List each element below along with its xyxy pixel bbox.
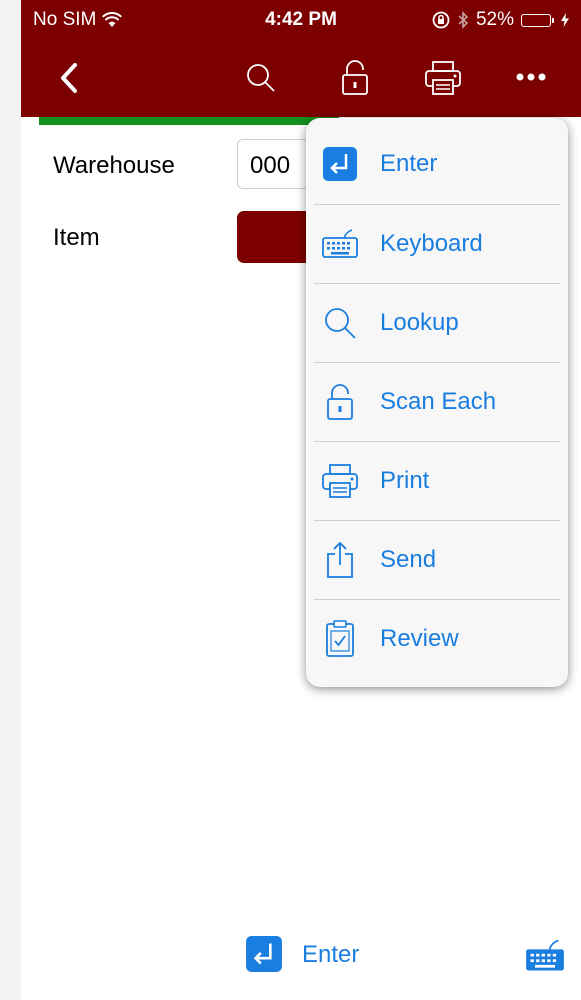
bluetooth-icon — [458, 11, 469, 29]
status-indicator-bar — [39, 117, 339, 125]
battery-percent: 52% — [475, 9, 514, 30]
menu-item-keyboard[interactable]: Keyboard — [306, 204, 568, 283]
search-icon[interactable] — [241, 58, 281, 98]
bottom-enter-label: Enter — [302, 941, 360, 968]
clipboard-check-icon — [320, 619, 360, 659]
menu-item-label: Lookup — [380, 308, 459, 336]
menu-item-send[interactable]: Send — [306, 520, 568, 599]
menu-item-label: Review — [380, 624, 459, 652]
item-label: Item — [53, 224, 100, 251]
keyboard-icon — [526, 939, 564, 971]
menu-item-enter[interactable]: Enter — [306, 124, 568, 203]
search-icon — [320, 303, 360, 343]
nav-bar — [21, 40, 581, 117]
menu-item-label: Keyboard — [380, 229, 483, 257]
status-bar: No SIM 4:42 PM 52% — [21, 0, 581, 40]
battery-icon — [521, 13, 554, 27]
keyboard-icon — [320, 224, 360, 264]
menu-item-label: Scan Each — [380, 387, 497, 415]
menu-item-label: Print — [380, 466, 430, 494]
bottom-keyboard-button[interactable] — [525, 938, 565, 974]
share-icon — [320, 540, 360, 580]
menu-item-label: Enter — [380, 149, 438, 177]
menu-item-scan-each[interactable]: Scan Each — [306, 362, 568, 441]
actions-menu: Enter Keyboard Lookup Scan Each Print Se… — [306, 118, 568, 687]
printer-icon[interactable] — [421, 56, 465, 100]
enter-icon — [320, 144, 360, 184]
bottom-enter-button[interactable]: Enter — [241, 932, 381, 978]
status-right: 52% — [432, 9, 569, 31]
warehouse-label: Warehouse — [53, 152, 175, 179]
menu-item-review[interactable]: Review — [306, 599, 568, 678]
back-chevron-icon[interactable] — [51, 58, 87, 98]
unlock-icon — [320, 382, 360, 422]
unlock-icon[interactable] — [335, 56, 375, 100]
menu-item-label: Send — [380, 545, 437, 573]
enter-icon — [246, 936, 282, 972]
header-bar: No SIM 4:42 PM 52% — [21, 0, 581, 117]
orientation-lock-icon — [432, 11, 450, 29]
more-icon[interactable] — [511, 62, 551, 92]
menu-item-print[interactable]: Print — [306, 441, 568, 520]
menu-item-lookup[interactable]: Lookup — [306, 283, 568, 362]
app-screen: No SIM 4:42 PM 52% Warehouse 000 Item En… — [21, 0, 581, 1000]
charging-icon — [561, 13, 569, 27]
printer-icon — [320, 461, 360, 501]
